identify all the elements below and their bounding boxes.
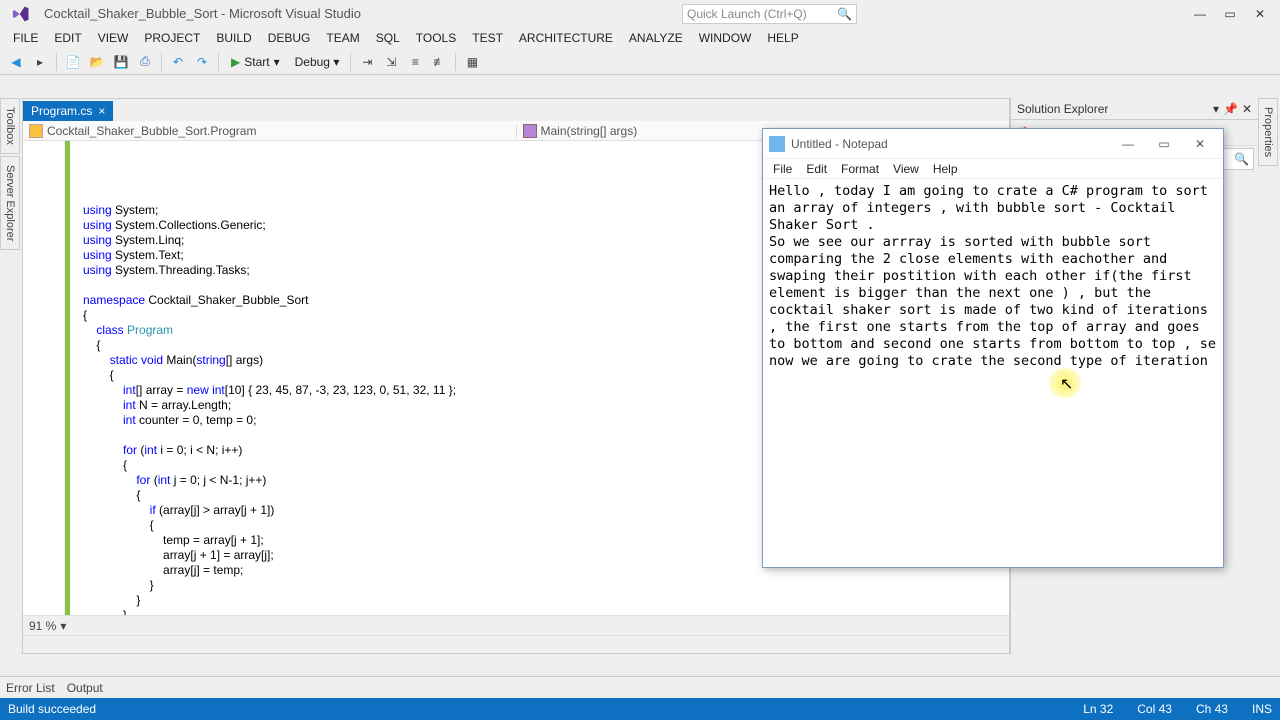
output-tab[interactable]: Output [67, 681, 103, 695]
step-over-button[interactable]: ⇲ [381, 52, 401, 72]
chevron-down-icon: ▾ [60, 619, 66, 633]
menu-test[interactable]: TEST [465, 29, 510, 47]
notepad-text-area[interactable]: Hello , today I am going to crate a C# p… [763, 179, 1223, 567]
notepad-menu: FileEditFormatViewHelp [763, 159, 1223, 179]
save-button[interactable]: 💾 [111, 52, 131, 72]
new-project-button[interactable]: 📄 [63, 52, 83, 72]
vs-logo-icon [6, 4, 36, 24]
status-ins: INS [1252, 702, 1272, 716]
method-icon [523, 124, 537, 138]
file-tabs: Program.cs × [23, 99, 1009, 121]
notepad-icon [769, 136, 785, 152]
menu-team[interactable]: TEAM [319, 29, 366, 47]
class-icon [29, 124, 43, 138]
notepad-menu-edit[interactable]: Edit [800, 162, 833, 176]
menu-architecture[interactable]: ARCHITECTURE [512, 29, 620, 47]
close-button[interactable]: ✕ [1246, 4, 1274, 24]
menu-file[interactable]: FILE [6, 29, 45, 47]
forward-button[interactable]: ▸ [30, 52, 50, 72]
notepad-close-button[interactable]: ✕ [1183, 133, 1217, 155]
pin-icon[interactable]: 📌 [1223, 102, 1238, 116]
play-icon: ▶ [231, 55, 240, 69]
zoom-dropdown[interactable]: 91 % [29, 619, 56, 633]
menu-tools[interactable]: TOOLS [409, 29, 463, 47]
search-icon: 🔍 [1234, 152, 1249, 166]
config-dropdown[interactable]: Debug ▾ [290, 54, 345, 70]
menu-debug[interactable]: DEBUG [261, 29, 318, 47]
step-button[interactable]: ⇥ [357, 52, 377, 72]
status-line: Ln 32 [1083, 702, 1113, 716]
title-bar: Cocktail_Shaker_Bubble_Sort - Microsoft … [0, 0, 1280, 27]
horizontal-scrollbar[interactable] [23, 635, 1009, 653]
menu-sql[interactable]: SQL [369, 29, 407, 47]
window-title: Cocktail_Shaker_Bubble_Sort - Microsoft … [44, 6, 361, 21]
solution-explorer-title: Solution Explorer [1017, 102, 1108, 116]
toolbar: ◀ ▸ 📄 📂 💾 ⎙ ↶ ↷ ▶ Start ▾ Debug ▾ ⇥ ⇲ ≡ … [0, 49, 1280, 75]
maximize-button[interactable]: ▭ [1216, 4, 1244, 24]
left-side-tabs: Toolbox Server Explorer [0, 98, 22, 252]
search-icon: 🔍 [837, 7, 852, 21]
menu-analyze[interactable]: ANALYZE [622, 29, 690, 47]
close-tab-icon[interactable]: × [98, 104, 105, 118]
status-bar: Build succeeded Ln 32 Col 43 Ch 43 INS [0, 698, 1280, 720]
notepad-minimize-button[interactable]: — [1111, 133, 1145, 155]
open-button[interactable]: 📂 [87, 52, 107, 72]
back-button[interactable]: ◀ [6, 52, 26, 72]
chevron-down-icon: ▾ [333, 55, 339, 69]
properties-tab[interactable]: Properties [1258, 98, 1278, 166]
menu-bar: FILEEDITVIEWPROJECTBUILDDEBUGTEAMSQLTOOL… [0, 27, 1280, 49]
server-explorer-tab[interactable]: Server Explorer [0, 156, 20, 250]
menu-build[interactable]: BUILD [209, 29, 258, 47]
notepad-menu-view[interactable]: View [887, 162, 925, 176]
save-all-button[interactable]: ⎙ [135, 52, 155, 72]
zoom-bar: 91 % ▾ [23, 615, 1009, 635]
dropdown-icon[interactable]: ▾ [1213, 102, 1219, 116]
status-ch: Ch 43 [1196, 702, 1228, 716]
bottom-tabs: Error List Output [0, 676, 1280, 698]
breadcrumb-class-dropdown[interactable]: Cocktail_Shaker_Bubble_Sort.Program [23, 124, 517, 138]
menu-project[interactable]: PROJECT [137, 29, 207, 47]
comment-button[interactable]: ≡ [405, 52, 425, 72]
notepad-menu-format[interactable]: Format [835, 162, 885, 176]
notepad-maximize-button[interactable]: ▭ [1147, 133, 1181, 155]
redo-button[interactable]: ↷ [192, 52, 212, 72]
quick-launch-input[interactable]: Quick Launch (Ctrl+Q) 🔍 [682, 4, 857, 24]
chevron-down-icon: ▾ [274, 55, 280, 69]
start-debug-button[interactable]: ▶ Start ▾ [225, 55, 286, 69]
notepad-window: Untitled - Notepad — ▭ ✕ FileEditFormatV… [762, 128, 1224, 568]
notepad-menu-help[interactable]: Help [927, 162, 964, 176]
build-status: Build succeeded [8, 702, 96, 716]
right-side-tabs: Properties [1258, 98, 1280, 166]
uncomment-button[interactable]: ≢ [429, 52, 449, 72]
menu-view[interactable]: VIEW [91, 29, 136, 47]
menu-help[interactable]: HELP [760, 29, 805, 47]
minimize-button[interactable]: — [1186, 4, 1214, 24]
file-tab-program[interactable]: Program.cs × [23, 101, 113, 121]
undo-button[interactable]: ↶ [168, 52, 188, 72]
menu-edit[interactable]: EDIT [47, 29, 88, 47]
toolbox-tab[interactable]: Toolbox [0, 98, 20, 154]
close-panel-icon[interactable]: ✕ [1242, 102, 1252, 116]
notepad-menu-file[interactable]: File [767, 162, 798, 176]
status-col: Col 43 [1137, 702, 1172, 716]
menu-window[interactable]: WINDOW [692, 29, 759, 47]
notepad-titlebar[interactable]: Untitled - Notepad — ▭ ✕ [763, 129, 1223, 159]
error-list-tab[interactable]: Error List [6, 681, 55, 695]
toggle-button[interactable]: ▦ [462, 52, 482, 72]
